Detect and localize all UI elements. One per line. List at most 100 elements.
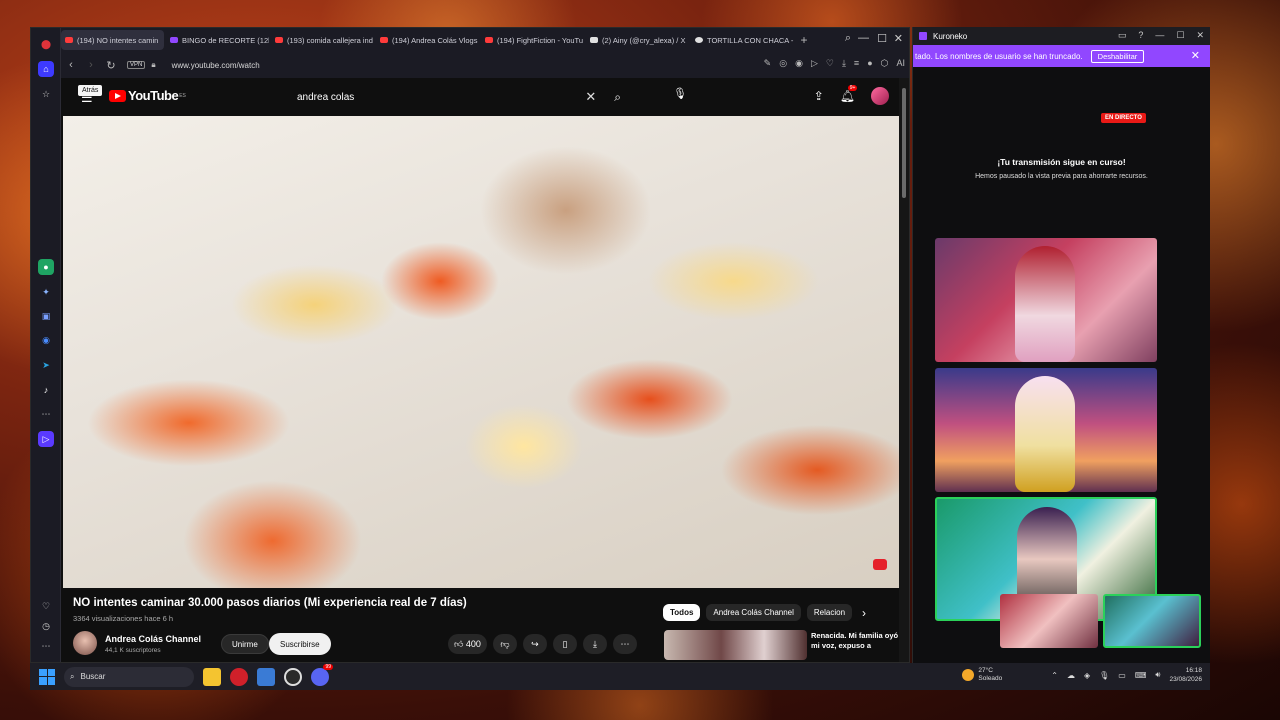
url-field[interactable]: www.youtube.com/watch (172, 61, 260, 70)
tab-0[interactable]: (194) NO intentes camin (61, 30, 164, 50)
tab-search-icon[interactable]: ⌕ (845, 32, 851, 45)
heart-icon[interactable]: ♡ (38, 598, 54, 614)
close-window-icon[interactable]: ✕ (894, 32, 903, 45)
taskbar-search[interactable]: ⌕ Buscar (64, 666, 194, 687)
clear-search-icon[interactable]: ✕ (585, 89, 596, 105)
share-button[interactable]: ↪ (522, 634, 547, 654)
notifications-button[interactable]: 🔔︎ 9+ (840, 85, 858, 103)
new-tab-button[interactable]: + (796, 33, 812, 47)
vpn-badge[interactable]: VPN (127, 61, 146, 69)
battery-icon[interactable]: ▭ (1118, 671, 1126, 680)
forward-button[interactable]: › (81, 59, 101, 71)
obs-icon[interactable] (284, 667, 302, 686)
chatgpt-icon[interactable]: ● (38, 259, 54, 275)
windows-start-icon[interactable] (39, 668, 55, 685)
pip-icon[interactable]: ▭ (1118, 30, 1127, 41)
workspace-icon[interactable]: ▣ (38, 308, 54, 324)
clock[interactable]: 16:18 23/08/2026 (1169, 666, 1202, 684)
chevron-up-icon[interactable]: ⌃ (1051, 671, 1058, 680)
aria-icon[interactable]: ✦ (38, 284, 54, 300)
favorite-icon[interactable]: ♡ (826, 58, 834, 69)
stream-preview-2[interactable] (935, 368, 1157, 492)
tab-5[interactable]: (2) Ainy (@cry_alexa) / X (586, 30, 689, 50)
keyboard-icon[interactable]: ⌨ (1135, 671, 1147, 680)
vscode-icon[interactable] (257, 667, 275, 686)
search-icon[interactable]: ⌕ (614, 90, 621, 105)
download-button[interactable]: ⤓ (582, 634, 607, 654)
minimize-icon[interactable]: — (1155, 30, 1164, 41)
messenger-icon[interactable]: ◉ (38, 332, 54, 348)
bookmarks-icon[interactable]: ☆ (38, 86, 54, 102)
eye-icon[interactable]: ◉ (795, 58, 803, 69)
minimize-icon[interactable]: — (858, 32, 869, 44)
search-box[interactable]: andrea colas ✕ ⌕ (291, 86, 621, 108)
tab-2[interactable]: (193) comida callejera ind (271, 30, 374, 50)
opera-logo-icon[interactable]: ⬤ (38, 36, 54, 52)
mini-preview-2[interactable] (1103, 594, 1201, 648)
opera-gx-icon[interactable] (230, 667, 248, 686)
help-icon[interactable]: ? (1138, 30, 1143, 41)
tab-1[interactable]: BINGO de RECORTE (12h (166, 30, 269, 50)
extensions-icon[interactable]: ⬡ (881, 58, 889, 69)
ai-button[interactable]: AI (896, 58, 905, 69)
chip-all[interactable]: Todos (663, 604, 701, 621)
file-explorer-icon[interactable] (203, 667, 221, 686)
dislike-button[interactable]: 👎︎ (492, 634, 517, 654)
recommended-thumbnail[interactable] (664, 630, 807, 660)
tiktok-icon[interactable]: ♪ (38, 382, 54, 398)
voice-search-icon[interactable]: 🎙︎ (671, 87, 689, 105)
subscribe-button[interactable]: Suscribirse (269, 633, 331, 655)
history-icon[interactable]: ◷ (38, 618, 54, 634)
search-input[interactable]: andrea colas (297, 92, 585, 103)
close-notice-icon[interactable]: ✕ (1191, 49, 1200, 62)
mic-icon[interactable]: 🎙︎ (1099, 671, 1109, 680)
stream-preview-1[interactable] (935, 238, 1157, 362)
stream-window: Kuroneko ▭ ? — ☐ ✕ tado. Los nombres de … (912, 27, 1210, 663)
video-player[interactable] (63, 116, 901, 588)
camera-icon[interactable]: ◎ (779, 58, 787, 69)
notifications-badge: 9+ (847, 85, 858, 91)
more-apps-icon[interactable]: ⋯ (38, 406, 54, 422)
page-scrollbar[interactable] (899, 78, 909, 662)
home-icon[interactable]: ⌂ (38, 61, 54, 77)
download-icon[interactable]: ⤓ (842, 58, 846, 69)
maximize-icon[interactable]: ☐ (877, 32, 887, 45)
profile-icon[interactable]: ● (867, 58, 872, 69)
chip-channel[interactable]: Andrea Colás Channel (706, 604, 801, 621)
tab-3[interactable]: (194) Andrea Colás Vlogs (376, 30, 479, 50)
chip-related[interactable]: Relacion (806, 604, 853, 621)
reload-button[interactable]: ↻ (101, 59, 121, 72)
more-actions-button[interactable]: ⋯ (612, 634, 637, 654)
telegram-icon[interactable]: ➤ (38, 357, 54, 373)
close-icon[interactable]: ✕ (1196, 30, 1204, 41)
menu-icon[interactable]: ≡ (854, 58, 859, 69)
speaker-icon[interactable]: 🔊︎ (1155, 670, 1160, 680)
disable-button[interactable]: Deshabilitar (1090, 49, 1145, 63)
account-avatar[interactable] (871, 87, 889, 105)
maximize-icon[interactable]: ☐ (1176, 30, 1184, 41)
tab-6[interactable]: TORTILLA CON CHACA - (691, 30, 794, 50)
recommended-title[interactable]: Renacida. Mi familia oyó mi voz, expuso … (811, 631, 901, 651)
back-button[interactable]: ‹ (61, 59, 81, 71)
chevron-right-icon[interactable]: › (862, 606, 866, 620)
sidebar-more-icon[interactable]: ⋯ (38, 638, 54, 654)
player-icon[interactable]: ▷ (38, 431, 54, 447)
app-icon (919, 32, 927, 40)
vpn-tray-icon[interactable]: ☁ (1067, 671, 1075, 680)
edit-icon[interactable]: ✎ (764, 58, 772, 69)
join-button[interactable]: Unirme (221, 634, 269, 654)
weather-widget[interactable]: 27°C Soleado (962, 667, 1002, 683)
play-icon[interactable]: ▷ (811, 58, 818, 69)
youtube-logo[interactable]: YouTube ES (109, 88, 186, 103)
channel-name[interactable]: Andrea Colás Channel (105, 634, 201, 644)
like-button[interactable]: 👍︎ 400 (448, 634, 487, 654)
discord-icon[interactable]: 99 (311, 663, 333, 686)
youtube-favicon-icon (380, 37, 388, 43)
app-tray-icon[interactable]: ◈ (1084, 671, 1090, 680)
save-button[interactable]: ▯ (552, 634, 577, 654)
channel-avatar[interactable] (73, 631, 97, 655)
create-icon[interactable]: ⇪ (814, 89, 824, 103)
scrollbar-thumb[interactable] (902, 88, 906, 198)
tab-4[interactable]: (194) FightFiction - YouTu (481, 30, 584, 50)
mini-preview-1[interactable] (1000, 594, 1098, 648)
